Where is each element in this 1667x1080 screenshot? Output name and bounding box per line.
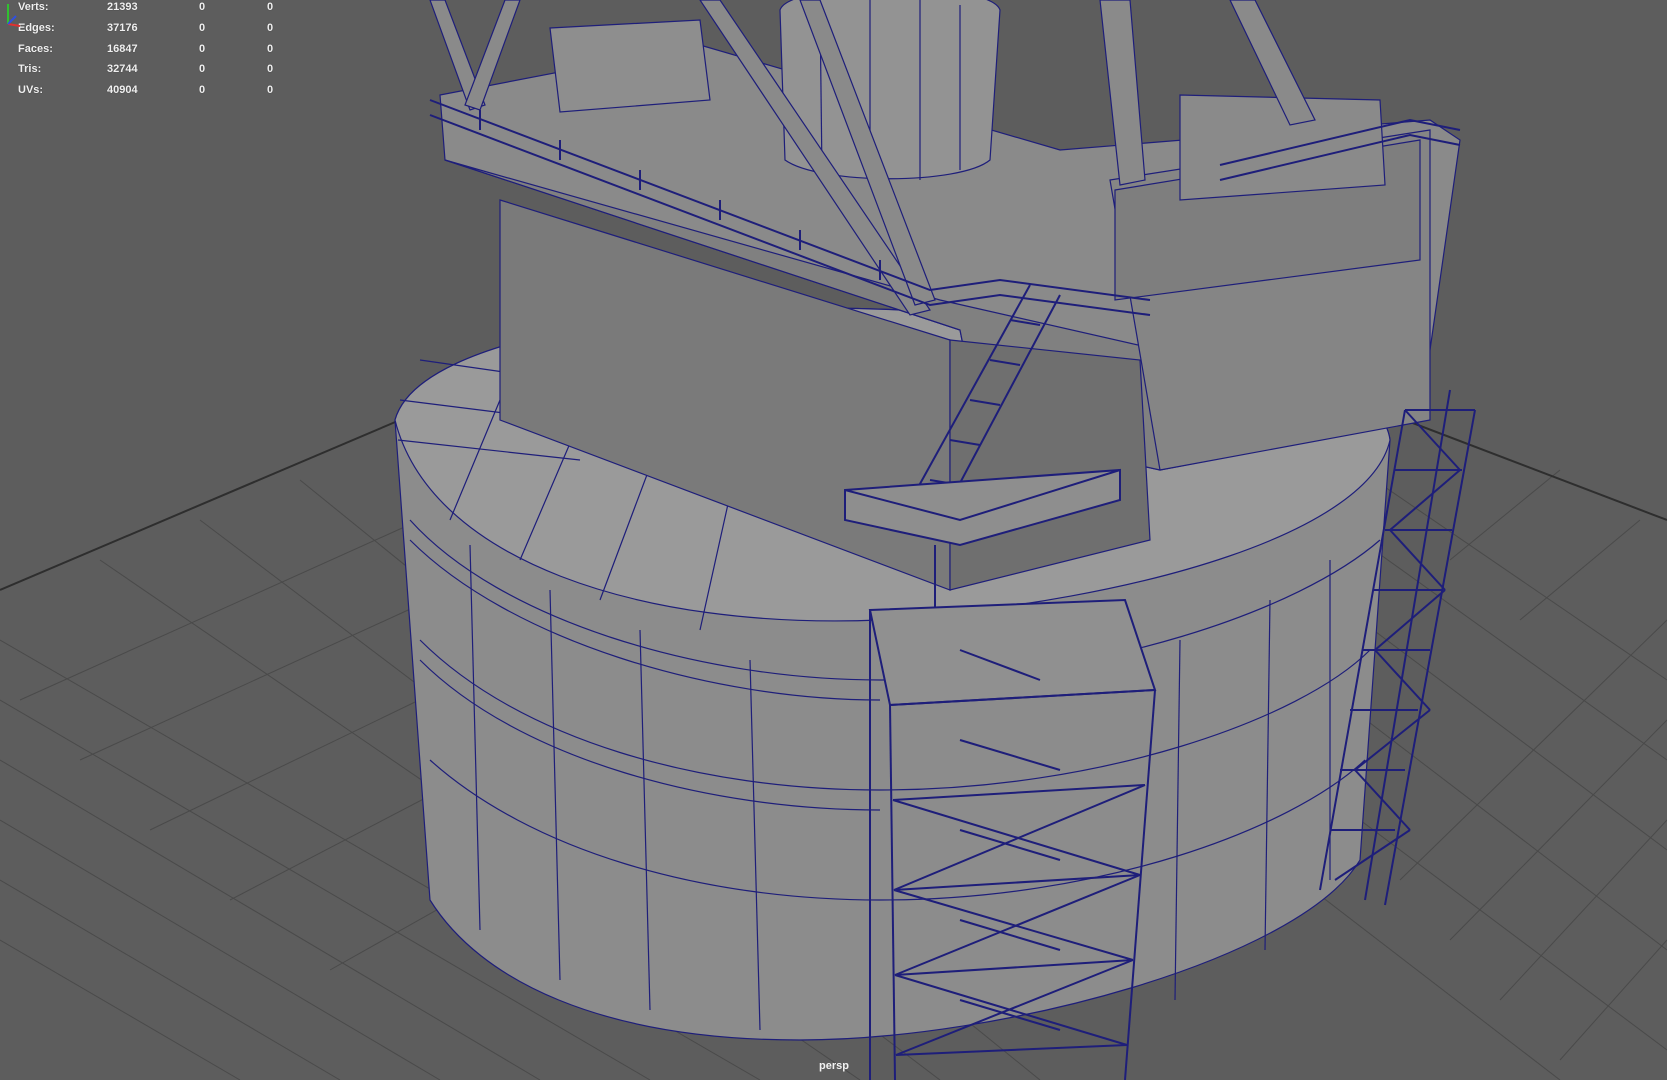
x-axis-line [7, 23, 21, 27]
hud-label: Tris: [18, 63, 42, 76]
axis-gizmo-icon [7, 4, 21, 27]
hud-value-components: 0 [267, 21, 274, 34]
hud-label: UVs: [18, 84, 44, 97]
z-axis-line [7, 15, 17, 25]
hud-value-selected: 0 [199, 1, 206, 13]
hud-value-total: 37176 [107, 21, 138, 34]
hud-value-components: 0 [267, 63, 274, 76]
hud-value-selected: 0 [199, 63, 206, 76]
hud-value-selected: 0 [199, 84, 206, 97]
hud-value-selected: 0 [199, 21, 206, 34]
hud-value-components: 0 [267, 84, 274, 97]
hud-label: Faces: [18, 42, 53, 55]
hud-value-components: 0 [267, 1, 274, 13]
hud-value-total: 16847 [107, 42, 138, 55]
camera-label: persp [819, 1060, 849, 1072]
hud-value-selected: 0 [199, 42, 206, 55]
scene-render [0, 0, 1667, 1080]
hud-value-total: 21393 [107, 1, 138, 13]
3d-viewport[interactable]: Verts: 21393 0 0 Edges: 37176 0 0 Faces:… [0, 0, 1667, 1080]
hud-value-components: 0 [267, 42, 274, 55]
hud-value-total: 32744 [107, 63, 138, 76]
hud-value-total: 40904 [107, 84, 138, 97]
